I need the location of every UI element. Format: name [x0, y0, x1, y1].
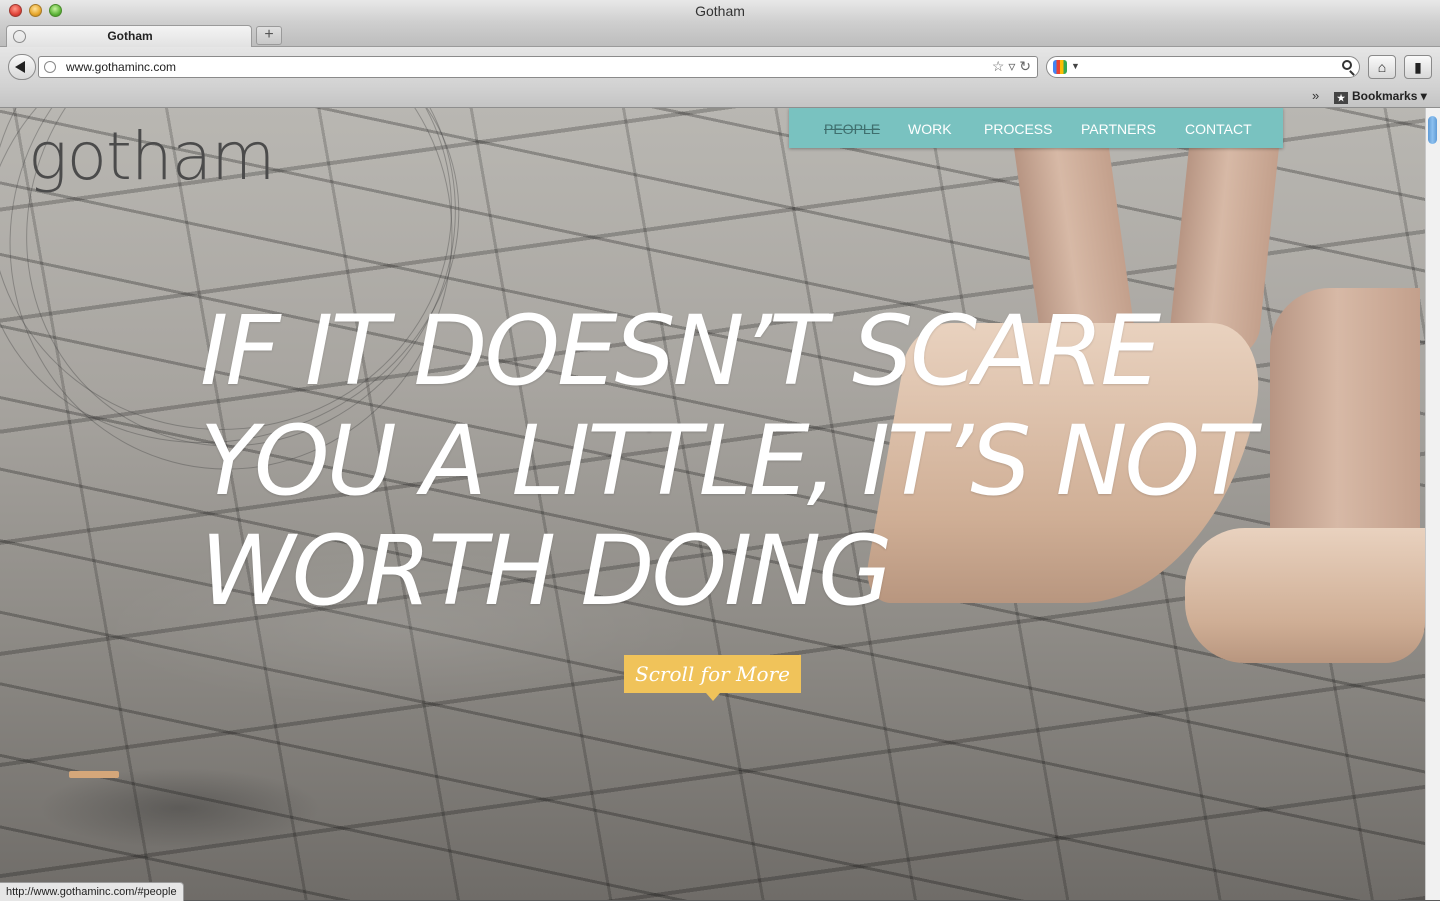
url-text[interactable]: www.gothaminc.com [66, 60, 176, 74]
tab-bar: Gotham [0, 22, 1440, 47]
navigation-toolbar: www.gothaminc.com ☆ ▿ ↻ ▼ ⌂ ▮ [0, 47, 1440, 86]
status-bar: http://www.gothaminc.com/#people [0, 882, 184, 901]
window-titlebar: Gotham [0, 0, 1440, 22]
hero-headline: IF IT DOESN’T SCARE YOU A LITTLE, IT’S N… [200, 295, 1256, 627]
nav-item-partners[interactable]: PARTNERS [1081, 121, 1156, 137]
window-title: Gotham [695, 3, 745, 19]
home-button[interactable]: ⌂ [1368, 55, 1396, 79]
bookmark-star-dropdown-reload-icons[interactable]: ☆ ▿ ↻ [992, 58, 1031, 75]
back-button[interactable] [8, 54, 36, 80]
bookmarks-menu[interactable]: ★ Bookmarks ▾ [1334, 89, 1427, 104]
more-bookmarks-chevron-icon[interactable]: » [1312, 88, 1319, 103]
photo-right-shoe [1185, 528, 1425, 663]
google-search-engine-icon[interactable] [1053, 60, 1067, 74]
headline-line: YOU A LITTLE, IT’S NOT [200, 405, 1256, 517]
scrollbar-thumb[interactable] [1428, 116, 1437, 144]
site-identity-icon[interactable] [44, 61, 56, 73]
tab-gotham[interactable]: Gotham [6, 25, 252, 47]
bookmarks-menu-label: Bookmarks ▾ [1352, 89, 1427, 103]
bookmarks-sidebar-button[interactable]: ▮ [1404, 55, 1432, 79]
scroll-for-more-button[interactable]: Scroll for More [624, 655, 801, 701]
bookmarks-toolbar: » ★ Bookmarks ▾ [0, 86, 1440, 108]
search-input[interactable]: ▼ [1046, 56, 1360, 78]
address-bar[interactable]: www.gothaminc.com ☆ ▿ ↻ [38, 56, 1038, 78]
nav-item-process[interactable]: PROCESS [984, 121, 1052, 137]
nav-item-people[interactable]: PEOPLE [824, 121, 880, 137]
search-icon[interactable] [1342, 60, 1352, 70]
headline-line: IF IT DOESN’T SCARE [200, 295, 1161, 407]
tab-label: Gotham [107, 29, 153, 43]
nav-item-contact[interactable]: CONTACT [1185, 121, 1252, 137]
main-navigation: PEOPLE WORK PROCESS PARTNERS CONTACT [789, 108, 1283, 148]
headline-line: WORTH DOING [200, 515, 893, 627]
nav-item-work[interactable]: WORK [908, 121, 952, 137]
page-viewport: gotham PEOPLE WORK PROCESS PARTNERS CONT… [0, 108, 1425, 900]
new-tab-button[interactable]: + [256, 26, 282, 45]
bookmarks-star-icon: ★ [1334, 92, 1348, 104]
search-engine-dropdown-icon[interactable]: ▼ [1071, 61, 1080, 71]
photo-cigarette-butt [69, 771, 119, 778]
vertical-scrollbar[interactable] [1425, 108, 1440, 900]
site-logo[interactable]: gotham [28, 118, 275, 195]
